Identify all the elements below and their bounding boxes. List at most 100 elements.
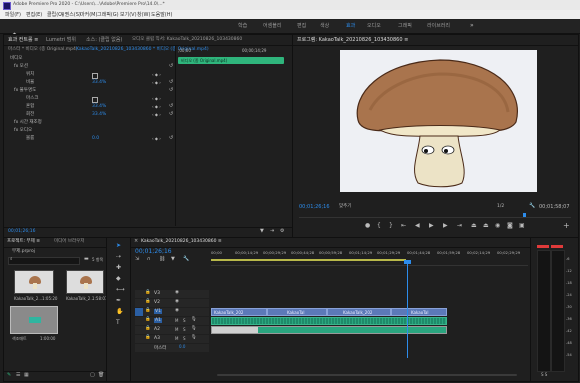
keyframe-nav[interactable]: ‹ ◆ › bbox=[152, 73, 161, 77]
extract-icon[interactable]: ⏏ bbox=[483, 223, 489, 229]
property-row[interactable]: fx 오디오 bbox=[4, 128, 174, 135]
keyframe-nav[interactable]: ‹ ◆ › bbox=[152, 113, 161, 117]
mini-clip-bar[interactable]: 비디오 (종 Original.mp4) bbox=[178, 57, 284, 64]
menu-help[interactable]: 도움말(H) bbox=[151, 13, 172, 18]
master-volume[interactable]: 0.0 bbox=[179, 345, 185, 349]
menu-window[interactable]: 창(W) bbox=[137, 13, 150, 18]
track-header-v3[interactable]: V3 🔒 ◉ bbox=[135, 290, 209, 298]
eye-icon[interactable]: ◉ bbox=[175, 308, 179, 314]
reset-icon[interactable]: ↺ bbox=[169, 112, 173, 117]
clip-indicator-left[interactable] bbox=[537, 245, 549, 248]
reset-icon[interactable]: ↺ bbox=[169, 104, 173, 109]
home-icon[interactable] bbox=[11, 23, 18, 38]
audio-clip[interactable] bbox=[211, 317, 447, 325]
menu-sequence[interactable]: 시퀀스(S) bbox=[60, 13, 81, 18]
wrench-icon[interactable]: 🔧 bbox=[529, 204, 535, 209]
comparison-icon[interactable]: ▣ bbox=[519, 223, 525, 229]
row-value[interactable]: 33.4% bbox=[92, 80, 106, 86]
property-row[interactable]: 볼륨 0.0 ‹ ◆ › ↺ bbox=[4, 136, 174, 143]
source-clip-label[interactable]: 마스터 * 비디오 (종 Original.mp4) bbox=[8, 47, 78, 53]
meter-solo-buttons[interactable]: S S bbox=[541, 373, 547, 377]
property-row[interactable]: 비율 33.4% ‹ ◆ › ↺ bbox=[4, 80, 174, 87]
playhead-head[interactable] bbox=[404, 260, 411, 264]
property-row[interactable]: 혼합 33.4% ‹ ◆ › ↺ bbox=[4, 104, 174, 111]
delete-icon[interactable]: 🗑 bbox=[98, 373, 104, 378]
menu-file[interactable]: 파일(F) bbox=[5, 13, 21, 18]
work-area-bar[interactable] bbox=[211, 259, 406, 261]
mic-icon[interactable]: 🎙 bbox=[191, 335, 197, 341]
lock-icon[interactable]: 🔒 bbox=[145, 308, 151, 314]
lock-icon[interactable]: 🔒 bbox=[145, 290, 151, 296]
new-bin-icon[interactable]: ▬ bbox=[84, 257, 89, 262]
mute-button[interactable]: M bbox=[175, 318, 178, 323]
workspace-color[interactable]: 색상 bbox=[320, 24, 329, 29]
workspace-edit[interactable]: 편집 bbox=[297, 24, 306, 29]
vr-icon[interactable]: ◉ bbox=[495, 223, 500, 229]
tab-media-browser[interactable]: 미디어 브라우저 bbox=[54, 239, 84, 245]
project-search-input[interactable]: ⌕ bbox=[8, 257, 80, 265]
property-row[interactable]: 회전 33.4% ‹ ◆ › ↺ bbox=[4, 112, 174, 119]
property-row[interactable]: fx 불투명도 ↺ bbox=[4, 88, 174, 95]
clip-indicator-right[interactable] bbox=[551, 245, 563, 248]
project-item[interactable]: 색조매트 1:00:00 bbox=[10, 306, 60, 342]
workspace-graphics[interactable]: 그래픽 bbox=[398, 24, 412, 29]
quality-dropdown[interactable]: 1/2 bbox=[497, 204, 504, 210]
snap-icon[interactable]: ∩ bbox=[147, 257, 151, 262]
lift-icon[interactable]: ⏏ bbox=[471, 223, 477, 229]
menu-marker[interactable]: 마커(M) bbox=[80, 13, 97, 18]
video-clip[interactable]: KakaoTalk_202 bbox=[327, 308, 391, 316]
settings-icon[interactable]: 🔧 bbox=[183, 257, 189, 262]
step-forward-icon[interactable]: ▶ bbox=[443, 223, 448, 229]
tab-audio-clip-mixer[interactable]: 오디오 클립 믹서: KakaoTalk_20210826_103430860 bbox=[132, 37, 242, 43]
step-back-icon[interactable]: ◀ bbox=[415, 223, 420, 229]
audio-clip[interactable] bbox=[211, 326, 447, 334]
reset-icon[interactable]: ↺ bbox=[169, 80, 173, 85]
workspace-effects[interactable]: 효과 bbox=[346, 24, 355, 29]
source-patch-v1[interactable] bbox=[135, 308, 143, 316]
checkbox[interactable] bbox=[92, 73, 98, 79]
track-header-a3[interactable]: A3 🔒 M S 🎙 bbox=[135, 335, 209, 343]
reset-icon[interactable]: ↺ bbox=[169, 64, 173, 69]
track-header-master[interactable]: 마스터 0.0 bbox=[135, 344, 209, 352]
mark-in-icon[interactable]: { bbox=[377, 223, 381, 229]
reset-icon[interactable]: ↺ bbox=[169, 136, 173, 141]
selection-tool-icon[interactable]: ➤ bbox=[116, 243, 121, 249]
razor-tool-icon[interactable]: ◆ bbox=[116, 276, 121, 282]
pen-tool-icon[interactable]: ✒ bbox=[116, 298, 121, 304]
marker-icon[interactable]: ● bbox=[365, 223, 370, 229]
scroll-thumb[interactable] bbox=[217, 374, 517, 376]
lock-icon[interactable]: 🔒 bbox=[145, 326, 151, 332]
type-tool-icon[interactable]: T bbox=[116, 320, 120, 326]
effects-current-time[interactable]: 00;01;26;16 bbox=[8, 229, 35, 235]
tab-lumetri-scopes[interactable]: Lumetri 범위 bbox=[46, 38, 76, 43]
project-item[interactable]: KakaoTalk_2... 1:05:20 bbox=[14, 270, 57, 302]
video-clip[interactable]: KakaoTal bbox=[391, 308, 447, 316]
lock-icon[interactable]: 🔒 bbox=[145, 335, 151, 341]
hand-tool-icon[interactable]: ✋ bbox=[116, 309, 123, 315]
menu-view[interactable]: 보기(V) bbox=[120, 13, 137, 18]
property-row[interactable]: 위치 ‹ ◆ › bbox=[4, 72, 174, 79]
property-row[interactable]: fx 모션 ↺ bbox=[4, 64, 174, 71]
solo-button[interactable]: S bbox=[183, 327, 186, 332]
playhead-marker[interactable] bbox=[523, 213, 526, 217]
solo-button[interactable]: S bbox=[183, 336, 186, 341]
keyframe-nav[interactable]: ‹ ◆ › bbox=[152, 81, 161, 85]
timeline-timecode[interactable]: 00;01;26;16 bbox=[135, 249, 172, 255]
go-to-out-icon[interactable]: ⇥ bbox=[457, 223, 462, 229]
track-header-v2[interactable]: V2 🔒 ◉ bbox=[135, 299, 209, 307]
checkbox[interactable] bbox=[92, 97, 98, 103]
playhead-line[interactable] bbox=[407, 262, 408, 358]
icon-view-icon[interactable]: ▦ bbox=[24, 373, 29, 378]
menu-graphics[interactable]: 그래픽(G) bbox=[97, 13, 119, 18]
lock-icon[interactable]: 🔒 bbox=[145, 299, 151, 305]
track-select-tool-icon[interactable]: ⇢ bbox=[116, 254, 121, 260]
mute-button[interactable]: M bbox=[175, 336, 178, 341]
timeline-scrollbar[interactable] bbox=[211, 373, 528, 377]
tab-source[interactable]: 소스: (클립 없음) bbox=[86, 38, 122, 43]
row-value[interactable]: 33.4% bbox=[92, 112, 106, 118]
row-value[interactable]: 33.4% bbox=[92, 104, 106, 110]
program-video-frame[interactable] bbox=[340, 50, 537, 192]
mic-icon[interactable]: 🎙 bbox=[191, 317, 197, 323]
linked-selection-icon[interactable]: ⛓ bbox=[159, 257, 165, 262]
track-header-a2[interactable]: A2 🔒 M S 🎙 bbox=[135, 326, 209, 334]
